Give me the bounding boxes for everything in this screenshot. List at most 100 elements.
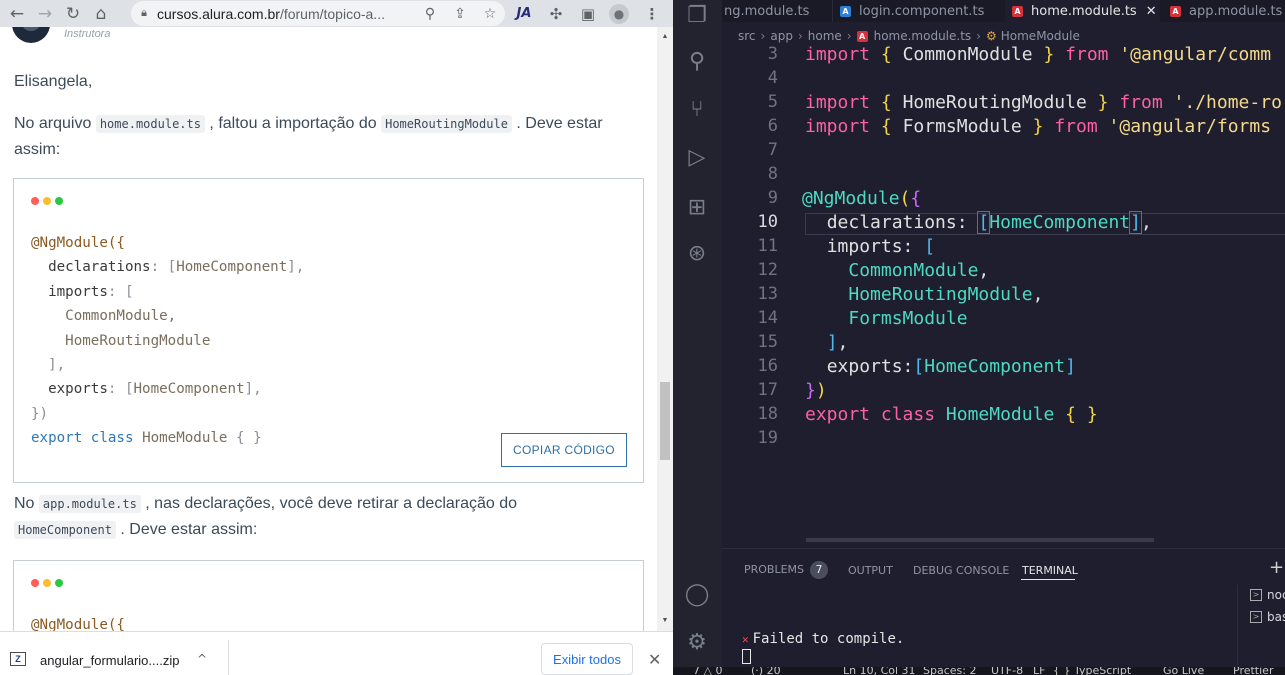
extensions-icon[interactable]: ⊞ <box>682 192 712 222</box>
p2-text-post: . Deve estar assim: <box>115 521 258 538</box>
lock-icon[interactable]: 🔒︎ <box>131 7 157 20</box>
home-icon[interactable]: ⌂ <box>87 0 115 27</box>
code-token: '@angular/comm <box>1119 44 1272 65</box>
breadcrumb-item[interactable]: app <box>770 29 793 43</box>
code-token: from <box>1054 116 1098 137</box>
status-indentation[interactable]: Spaces: 2 <box>923 667 976 675</box>
screen: ← → ↻ ⌂ 🔒︎ cursos.alura.com.br/forum/top… <box>0 0 1285 675</box>
profile-avatar-icon[interactable]: ● <box>605 0 633 27</box>
status-problems[interactable]: 7 △ 0 <box>693 667 722 675</box>
p1-text-pre: No arquivo <box>14 115 96 132</box>
code-editor[interactable]: 3 4 5 6 7 8 9 10 11 12 13 14 15 16 17 18… <box>722 44 1285 542</box>
status-go-live[interactable]: Go Live <box>1163 667 1204 675</box>
url-text[interactable]: cursos.alura.com.br/forum/topico-a... <box>157 6 415 22</box>
forward-arrow-icon[interactable]: → <box>31 0 59 27</box>
code-token: import <box>805 44 871 65</box>
search-icon[interactable]: ⚲ <box>682 46 712 76</box>
dot-green-icon <box>55 579 63 587</box>
terminal-item[interactable]: > noc <box>1250 588 1285 602</box>
new-terminal-plus-icon[interactable]: + <box>1269 557 1284 578</box>
chevron-up-icon[interactable]: ^ <box>197 652 207 666</box>
breadcrumb-item[interactable]: src <box>738 29 756 43</box>
run-debug-icon[interactable]: ▷ <box>682 142 712 172</box>
source-control-icon[interactable]: ⑂ <box>682 94 712 124</box>
code-token: } <box>1097 92 1109 113</box>
copy-code-button[interactable]: COPIAR CÓDIGO <box>501 433 627 467</box>
scroll-thumb[interactable] <box>660 382 670 460</box>
scroll-down-icon[interactable]: ▼ <box>657 613 673 629</box>
ja-extension-icon[interactable]: JA <box>510 0 538 27</box>
page-scrollbar[interactable]: ▲ ▼ <box>657 27 673 631</box>
share-icon[interactable]: ⇪ <box>445 6 475 22</box>
line-number: 14 <box>757 308 778 328</box>
editor-horizontal-scrollbar[interactable] <box>806 538 1154 542</box>
code-token: ) <box>815 380 827 401</box>
code-line: }) <box>805 380 827 401</box>
status-bar: 7 △ 0 (·) 20 Ln 10, Col 31 Spaces: 2 UTF… <box>673 667 1285 675</box>
settings-gear-icon[interactable]: ⚙ <box>682 627 712 657</box>
code-token: { <box>880 116 892 137</box>
close-tab-icon[interactable]: ✕ <box>1146 4 1157 19</box>
tab-output[interactable]: OUTPUT <box>848 564 893 577</box>
status-encoding[interactable]: UTF-8 <box>991 667 1023 675</box>
status-eol[interactable]: LF <box>1033 667 1045 675</box>
browser-menu-icon[interactable]: ⋮ <box>638 0 666 27</box>
code-token: HomeComponent <box>133 381 245 398</box>
author-role: Instrutora <box>64 28 111 40</box>
close-icon[interactable]: ✕ <box>648 650 661 669</box>
tab-debug-console[interactable]: DEBUG CONSOLE <box>913 564 1009 577</box>
back-arrow-icon[interactable]: ← <box>3 0 31 27</box>
code-token: declarations <box>826 212 957 233</box>
side-panel-icon[interactable]: ▣ <box>574 0 602 27</box>
code-token: HomeRoutingModule <box>848 284 1033 305</box>
breadcrumb-item[interactable]: HomeModule <box>1001 29 1080 43</box>
status-cursor-position[interactable]: Ln 10, Col 31 <box>843 667 916 675</box>
code-token: HomeRoutingModule <box>902 92 1087 113</box>
reload-icon[interactable]: ↻ <box>59 0 87 27</box>
code-line: FormsModule <box>805 308 967 329</box>
dot-green-icon <box>55 197 63 205</box>
code-token: FormsModule <box>902 116 1022 137</box>
code-token: [ <box>913 356 925 377</box>
terminal-item[interactable]: > bas <box>1250 610 1285 624</box>
status-ports[interactable]: (·) 20 <box>751 667 781 675</box>
code-token: './home-ro <box>1173 92 1282 113</box>
extensions-puzzle-icon[interactable]: ✣ <box>542 0 570 27</box>
download-file-name[interactable]: angular_formulario....zip <box>40 653 179 668</box>
show-all-downloads-button[interactable]: Exibir todos <box>541 643 633 675</box>
tab-home-module[interactable]: Ahome.module.ts ✕ <box>1005 0 1160 22</box>
git-graph-icon[interactable]: ⊛ <box>682 238 712 268</box>
inline-code-app-module: app.module.ts <box>38 495 141 513</box>
dot-yellow-icon <box>43 579 51 587</box>
code-token: : [ <box>107 283 134 300</box>
address-bar[interactable]: 🔒︎ cursos.alura.com.br/forum/topico-a...… <box>131 1 505 26</box>
terminal-output[interactable]: ✕ Failed to compile. <box>742 631 904 647</box>
class-symbol-icon: ⚙ <box>985 29 997 43</box>
tab-terminal[interactable]: TERMINAL <box>1022 564 1078 577</box>
code-token: [ <box>977 211 991 234</box>
angular-module-icon: A <box>1170 5 1181 17</box>
code-token: } <box>1032 116 1044 137</box>
scroll-up-icon[interactable]: ▲ <box>657 29 673 45</box>
code-line: @NgModule({ <box>802 188 921 209</box>
tab-login-component[interactable]: Alogin.component.ts <box>833 0 1004 22</box>
code-token: ], <box>287 259 305 276</box>
download-bar: Z angular_formulario....zip ^ Exibir tod… <box>0 631 673 675</box>
tab-ng-module[interactable]: ng.module.ts <box>722 0 832 22</box>
code-token: : [ <box>107 381 134 398</box>
tab-problems[interactable]: PROBLEMS 7 <box>744 561 829 579</box>
account-icon[interactable]: ◯ <box>682 579 712 609</box>
status-language[interactable]: { } TypeScript <box>1053 667 1131 675</box>
breadcrumb-item[interactable]: home.module.ts <box>874 29 972 43</box>
status-prettier[interactable]: Prettier <box>1233 667 1273 675</box>
explorer-icon[interactable]: ❐ <box>682 0 712 30</box>
tab-app-module[interactable]: Aapp.module.ts <box>1161 0 1285 22</box>
bookmark-star-icon[interactable]: ☆ <box>475 6 505 22</box>
code-token: } <box>1043 44 1055 65</box>
code-token: @NgModule({ <box>31 235 125 251</box>
breadcrumb-item[interactable]: home <box>808 29 842 43</box>
code-token: ], <box>244 381 262 398</box>
zoom-icon[interactable]: ⚲ <box>415 6 445 22</box>
code-token: : [ <box>150 259 177 276</box>
code-token: import <box>805 116 871 137</box>
